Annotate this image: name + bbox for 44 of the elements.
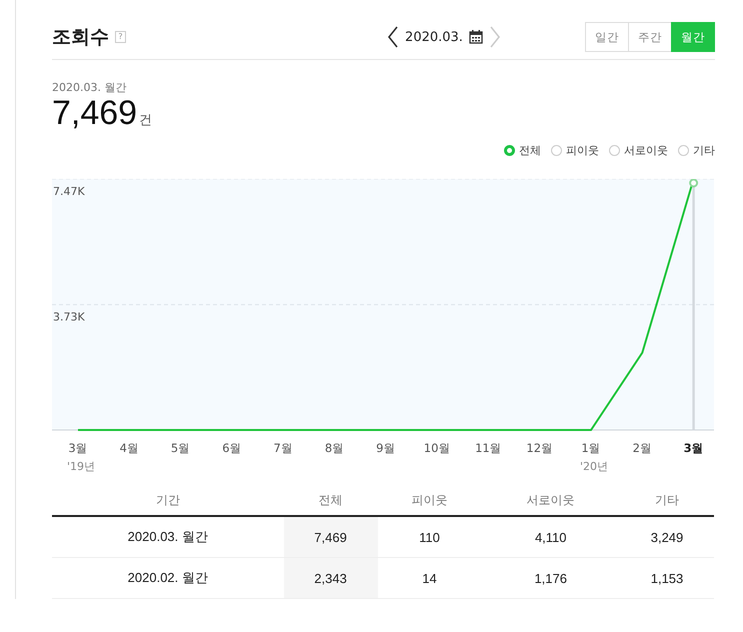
filter-radio[interactable]: 기타: [678, 143, 715, 158]
year-label: '19년: [67, 460, 96, 473]
x-tick-label: 2월: [632, 441, 652, 455]
x-tick-label: 10월: [424, 441, 450, 455]
period-label: 2020.03.: [405, 30, 463, 44]
table-cell: 2020.02. 월간: [52, 558, 284, 598]
x-tick-label: 11월: [475, 441, 502, 455]
table-cell: 3,249: [620, 516, 714, 558]
table-cell: 7,469: [284, 516, 378, 558]
page-title: 조회수: [52, 25, 109, 50]
x-tick-label: 6월: [222, 441, 242, 455]
x-tick-label: 4월: [120, 441, 139, 455]
column-header: 피이웃: [378, 486, 482, 516]
calendar-icon[interactable]: [468, 30, 483, 44]
x-tick-label: 8월: [324, 441, 344, 455]
column-header: 서로이웃: [481, 486, 620, 516]
filter-radio[interactable]: 서로이웃: [609, 143, 668, 158]
x-tick-label: 3월: [684, 441, 704, 455]
column-header: 기간: [52, 486, 284, 516]
x-tick-label: 12월: [526, 441, 554, 455]
year-label: '20년: [580, 460, 608, 473]
table-cell: 14: [378, 558, 482, 598]
table-cell: 2,343: [284, 558, 378, 598]
period-tab[interactable]: 일간: [584, 22, 629, 52]
x-tick-label: 1월: [581, 441, 601, 455]
table-cell: 4,110: [481, 516, 620, 558]
y-tick-label: 7.47K: [53, 185, 85, 198]
previous-icon[interactable]: [387, 26, 400, 48]
total-count: 7,469: [52, 95, 138, 131]
x-tick-label: 7월: [274, 441, 293, 455]
table-cell: 1,176: [481, 558, 620, 598]
table-cell: 1,153: [620, 558, 714, 598]
filter-radio[interactable]: 피이웃: [551, 143, 599, 158]
y-tick-label: 3.73K: [53, 310, 85, 324]
x-tick-label: 9월: [376, 441, 396, 455]
column-header: 기타: [620, 486, 714, 516]
x-tick-label: 3월: [68, 441, 88, 455]
period-tab[interactable]: 주간: [628, 22, 672, 52]
count-unit: 건: [139, 112, 152, 129]
table-cell: 110: [378, 516, 482, 558]
filter-radio[interactable]: 전체: [504, 143, 541, 158]
summary-period: 2020.03. 월간: [52, 80, 128, 95]
table-cell: 2020.03. 월간: [52, 516, 284, 558]
x-tick-label: 5월: [170, 441, 190, 455]
